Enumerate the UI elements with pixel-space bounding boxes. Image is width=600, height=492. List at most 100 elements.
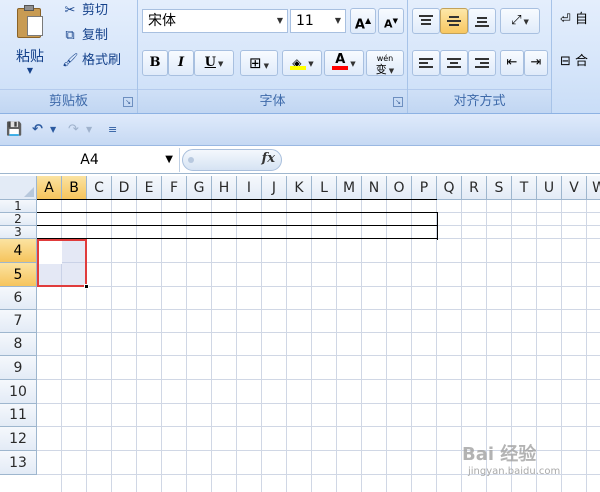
align-left-button[interactable] bbox=[412, 50, 440, 76]
gridline bbox=[161, 200, 162, 492]
chevron-down-icon[interactable]: ▼ bbox=[350, 60, 355, 68]
column-header-u[interactable]: U bbox=[537, 176, 562, 200]
column-header-c[interactable]: C bbox=[87, 176, 112, 200]
gridline bbox=[336, 200, 337, 492]
column-header-t[interactable]: T bbox=[512, 176, 537, 200]
row-header-9[interactable]: 9 bbox=[0, 356, 37, 380]
italic-button[interactable]: I bbox=[168, 50, 194, 76]
row-header-6[interactable]: 6 bbox=[0, 287, 37, 310]
column-header-s[interactable]: S bbox=[487, 176, 512, 200]
cell-border bbox=[437, 212, 438, 240]
align-center-icon bbox=[447, 57, 461, 69]
select-all-button[interactable] bbox=[0, 176, 37, 200]
wrap-text-label: 自 bbox=[575, 12, 589, 27]
column-header-d[interactable]: D bbox=[112, 176, 137, 200]
align-middle-button[interactable] bbox=[440, 8, 468, 34]
column-header-w[interactable]: W bbox=[587, 176, 600, 200]
column-header-l[interactable]: L bbox=[312, 176, 337, 200]
column-header-m[interactable]: M bbox=[337, 176, 362, 200]
bold-button[interactable]: B bbox=[142, 50, 168, 76]
fill-handle[interactable] bbox=[84, 284, 89, 289]
column-header-e[interactable]: E bbox=[137, 176, 162, 200]
clipboard-dialog-launcher-icon[interactable]: ↘ bbox=[123, 97, 133, 107]
row-header-10[interactable]: 10 bbox=[0, 380, 37, 404]
gridline bbox=[211, 200, 212, 492]
font-size-combo[interactable]: 11 ▼ bbox=[290, 9, 346, 33]
column-header-a[interactable]: A bbox=[37, 176, 62, 200]
paste-button[interactable]: 粘贴 ▼ bbox=[8, 4, 52, 84]
gridline bbox=[37, 262, 600, 263]
column-header-p[interactable]: P bbox=[412, 176, 437, 200]
wrap-text-icon: ⏎ bbox=[560, 12, 571, 27]
column-header-g[interactable]: G bbox=[187, 176, 212, 200]
wrap-text-button[interactable]: ⏎ 自 bbox=[556, 8, 600, 34]
column-header-f[interactable]: F bbox=[162, 176, 187, 200]
column-header-b[interactable]: B bbox=[62, 176, 87, 200]
chevron-down-icon[interactable]: ▼ bbox=[308, 60, 313, 68]
column-header-o[interactable]: O bbox=[387, 176, 412, 200]
row-header-13[interactable]: 13 bbox=[0, 451, 37, 475]
decrease-indent-button[interactable]: ⇤ bbox=[500, 50, 524, 76]
format-painter-label: 格式刷 bbox=[82, 53, 122, 68]
gridline bbox=[286, 200, 287, 492]
column-header-n[interactable]: N bbox=[362, 176, 387, 200]
copy-button[interactable]: ⧉ 复制 bbox=[62, 25, 108, 47]
chevron-down-icon[interactable]: ▼ bbox=[273, 10, 287, 32]
customize-toolbar-icon[interactable]: ≡ bbox=[108, 120, 117, 140]
phonetic-button[interactable]: wén 变 ▼ bbox=[366, 50, 404, 76]
save-icon[interactable]: 💾 bbox=[6, 120, 22, 140]
row-header-8[interactable]: 8 bbox=[0, 333, 37, 356]
insert-function-button[interactable]: fx bbox=[262, 151, 275, 166]
chevron-down-icon[interactable]: ▼ bbox=[50, 120, 56, 140]
increase-indent-button[interactable]: ⇥ bbox=[524, 50, 548, 76]
undo-icon[interactable]: ↶ bbox=[32, 120, 43, 140]
cut-button[interactable]: ✂ 剪切 bbox=[62, 0, 108, 22]
name-box[interactable]: A4 ▼ bbox=[0, 148, 180, 172]
column-header-k[interactable]: K bbox=[287, 176, 312, 200]
chevron-down-icon[interactable]: ▼ bbox=[86, 120, 92, 140]
row-header-5[interactable]: 5 bbox=[0, 263, 37, 287]
align-top-icon bbox=[419, 14, 433, 27]
font-name-combo[interactable]: 宋体 ▼ bbox=[142, 9, 288, 33]
align-right-button[interactable] bbox=[468, 50, 496, 76]
row-header-11[interactable]: 11 bbox=[0, 404, 37, 427]
redo-icon[interactable]: ↷ bbox=[68, 120, 79, 140]
shrink-font-label: A bbox=[384, 17, 393, 31]
chevron-down-icon[interactable]: ▼ bbox=[218, 60, 223, 68]
chevron-down-icon[interactable]: ▼ bbox=[264, 62, 269, 70]
row-header-4[interactable]: 4 bbox=[0, 239, 37, 263]
shrink-font-button[interactable]: A▼ bbox=[378, 8, 404, 34]
column-header-q[interactable]: Q bbox=[437, 176, 462, 200]
gridline bbox=[261, 200, 262, 492]
active-cell[interactable] bbox=[39, 241, 62, 264]
align-top-button[interactable] bbox=[412, 8, 440, 34]
align-center-button[interactable] bbox=[440, 50, 468, 76]
column-header-h[interactable]: H bbox=[212, 176, 237, 200]
selection-range[interactable] bbox=[37, 239, 89, 289]
column-header-v[interactable]: V bbox=[562, 176, 587, 200]
chevron-down-icon[interactable]: ▼ bbox=[331, 10, 345, 32]
font-dialog-launcher-icon[interactable]: ↘ bbox=[393, 97, 403, 107]
resize-handle-icon[interactable] bbox=[188, 157, 194, 163]
font-color-button[interactable]: A ▼ bbox=[324, 50, 364, 76]
chevron-down-icon[interactable]: ▼ bbox=[165, 148, 173, 172]
borders-button[interactable]: ⊞ ▼ bbox=[240, 50, 278, 76]
chevron-down-icon: ▼ bbox=[26, 66, 34, 75]
underline-button[interactable]: U ▼ bbox=[194, 50, 234, 76]
orientation-button[interactable]: ⤢ ▼ bbox=[500, 8, 540, 34]
column-header-j[interactable]: J bbox=[262, 176, 287, 200]
column-header-i[interactable]: I bbox=[237, 176, 262, 200]
row-header-7[interactable]: 7 bbox=[0, 310, 37, 333]
format-painter-button[interactable]: 🖌 格式刷 bbox=[62, 50, 121, 72]
column-header-r[interactable]: R bbox=[462, 176, 487, 200]
font-color-swatch bbox=[332, 66, 349, 70]
row-header-3[interactable]: 3 bbox=[0, 226, 37, 239]
merge-button[interactable]: ⊟ 合 bbox=[556, 50, 600, 76]
chevron-down-icon[interactable]: ▼ bbox=[524, 18, 529, 26]
align-bottom-button[interactable] bbox=[468, 8, 496, 34]
grow-font-button[interactable]: A▲ bbox=[350, 8, 376, 34]
chevron-down-icon[interactable]: ▼ bbox=[389, 67, 394, 75]
row-header-12[interactable]: 12 bbox=[0, 427, 37, 451]
merge-label: 合 bbox=[575, 54, 589, 69]
fill-color-button[interactable]: ◈ ▼ bbox=[282, 50, 322, 76]
